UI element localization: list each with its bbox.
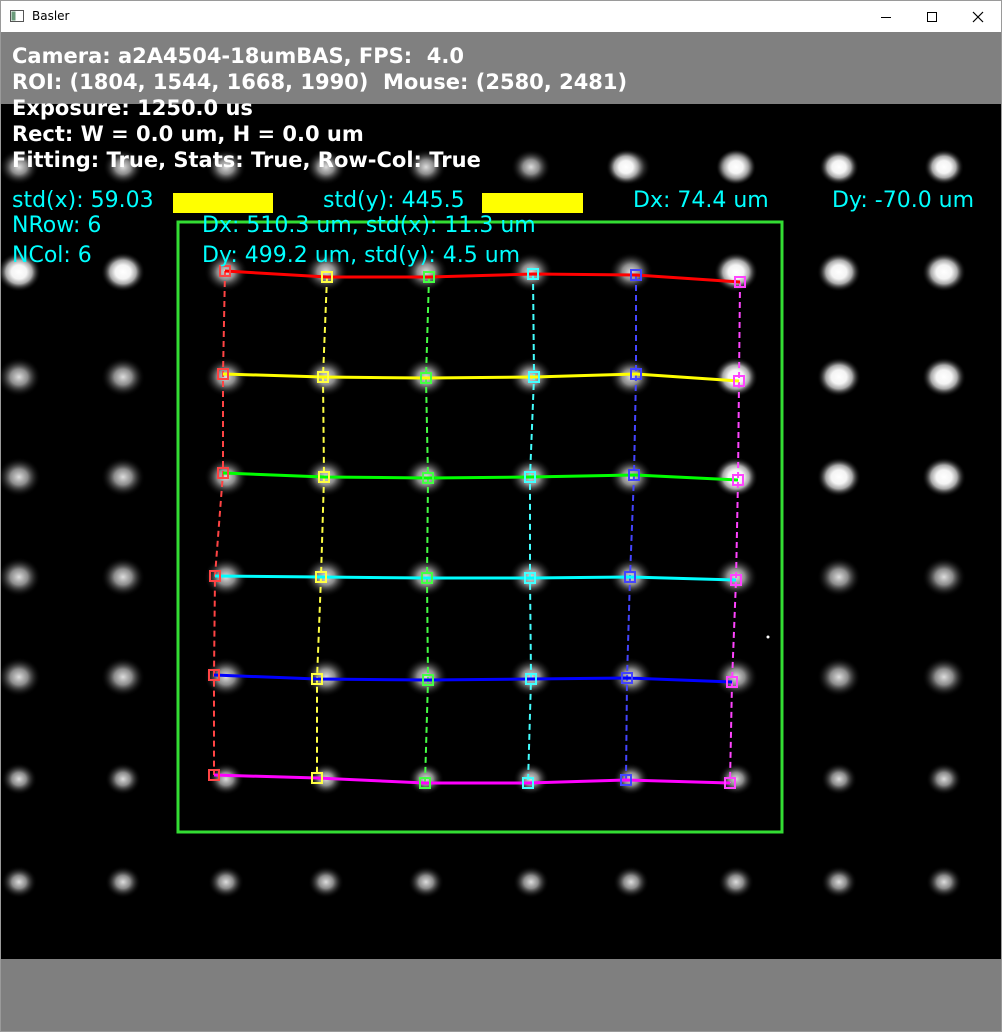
dx-total: Dx: 74.4 um: [633, 188, 769, 213]
ncol-value: NCol: 6: [12, 243, 92, 268]
std-x-value: std(x): 59.03: [12, 188, 154, 213]
light-spot: [716, 149, 756, 185]
light-spot: [817, 457, 861, 497]
camera-info: Camera: a2A4504-18umBAS, FPS: 4.0: [12, 44, 464, 68]
minimize-button[interactable]: [863, 1, 909, 32]
light-spot: [1, 762, 37, 796]
light-spot: [924, 149, 964, 185]
light-spot: [922, 252, 966, 292]
close-button[interactable]: [955, 1, 1001, 32]
std-y-value: std(y): 445.5: [323, 188, 465, 213]
std-y-bar: [482, 193, 583, 213]
window-title: Basler: [32, 9, 70, 23]
dy-total: Dy: -70.0 um: [832, 188, 975, 213]
light-spot: [101, 252, 145, 292]
light-spot: [101, 457, 145, 497]
light-spot: [101, 357, 145, 397]
light-spot: [606, 149, 646, 185]
basler-window: Basler Camera: a2A4504-18umBAS, FPS: 4.0…: [0, 0, 1002, 1032]
light-spot: [817, 357, 861, 397]
light-spot: [922, 357, 966, 397]
light-spot: [1, 865, 37, 899]
std-x-bar: [173, 193, 273, 213]
title-bar[interactable]: Basler: [1, 1, 1001, 32]
maximize-icon: [927, 11, 937, 22]
fitting-info: Fitting: True, Stats: True, Row-Col: Tru…: [12, 148, 481, 172]
light-spot: [204, 357, 248, 397]
nrow-value: NRow: 6: [12, 213, 102, 238]
light-spot: [404, 657, 448, 697]
light-spot: [817, 657, 861, 697]
minimize-icon: [881, 16, 891, 18]
light-spot: [105, 865, 141, 899]
light-spot: [718, 865, 754, 899]
light-spot: [926, 762, 962, 796]
maximize-button[interactable]: [909, 1, 955, 32]
bottom-padding: [1, 959, 1001, 1031]
roi-info: ROI: (1804, 1544, 1668, 1990) Mouse: (25…: [12, 70, 628, 94]
light-spot: [922, 557, 966, 597]
light-spot: [511, 149, 551, 185]
light-spot: [817, 557, 861, 597]
light-spot: [513, 865, 549, 899]
light-spot: [819, 149, 859, 185]
light-spot: [922, 657, 966, 697]
light-spot: [922, 457, 966, 497]
light-spot: [304, 657, 348, 697]
light-spot: [926, 865, 962, 899]
rect-info: Rect: W = 0.0 um, H = 0.0 um: [12, 122, 364, 146]
light-spot: [308, 865, 344, 899]
exposure-info: Exposure: 1250.0 us: [12, 96, 253, 120]
window-app-icon: [10, 10, 24, 22]
light-spot: [817, 252, 861, 292]
light-spot: [821, 762, 857, 796]
light-spot: [101, 557, 145, 597]
light-spot: [105, 762, 141, 796]
light-spot: [408, 865, 444, 899]
light-spot: [613, 865, 649, 899]
mouse-cursor-dot: [766, 635, 770, 639]
dx-pitch-line: Dx: 510.3 um, std(x): 11.3 um: [202, 213, 536, 238]
light-spot: [714, 457, 758, 497]
light-spot: [821, 865, 857, 899]
close-icon: [972, 11, 984, 22]
light-spot: [101, 657, 145, 697]
light-spot: [208, 865, 244, 899]
dy-pitch-line: Dy: 499.2 um, std(y): 4.5 um: [202, 243, 521, 268]
camera-view[interactable]: Camera: a2A4504-18umBAS, FPS: 4.0 ROI: (…: [1, 32, 1001, 959]
